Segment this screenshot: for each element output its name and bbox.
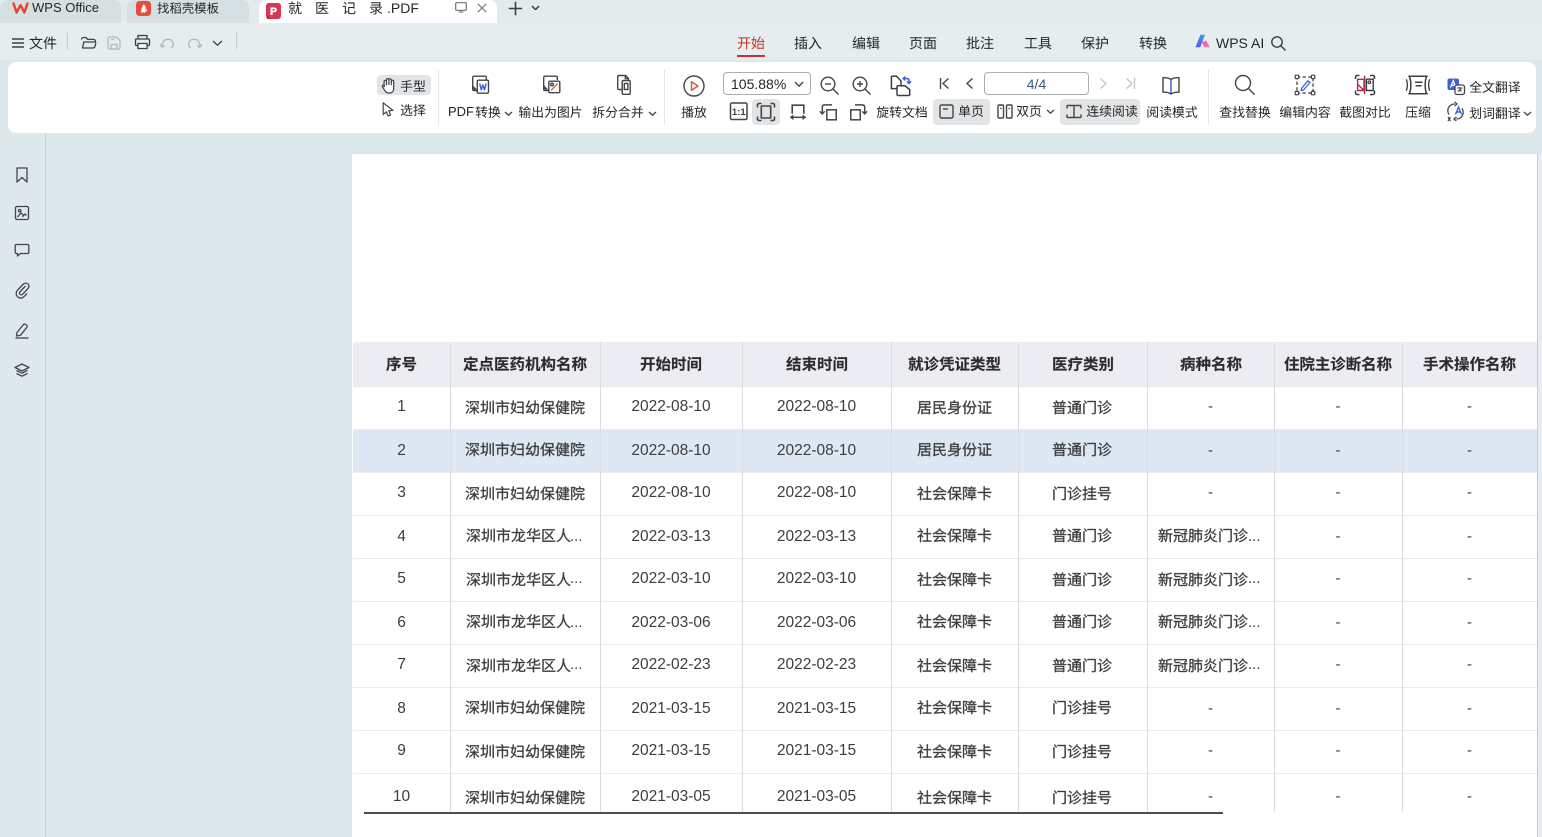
svg-text:1:1: 1:1 (732, 107, 746, 118)
